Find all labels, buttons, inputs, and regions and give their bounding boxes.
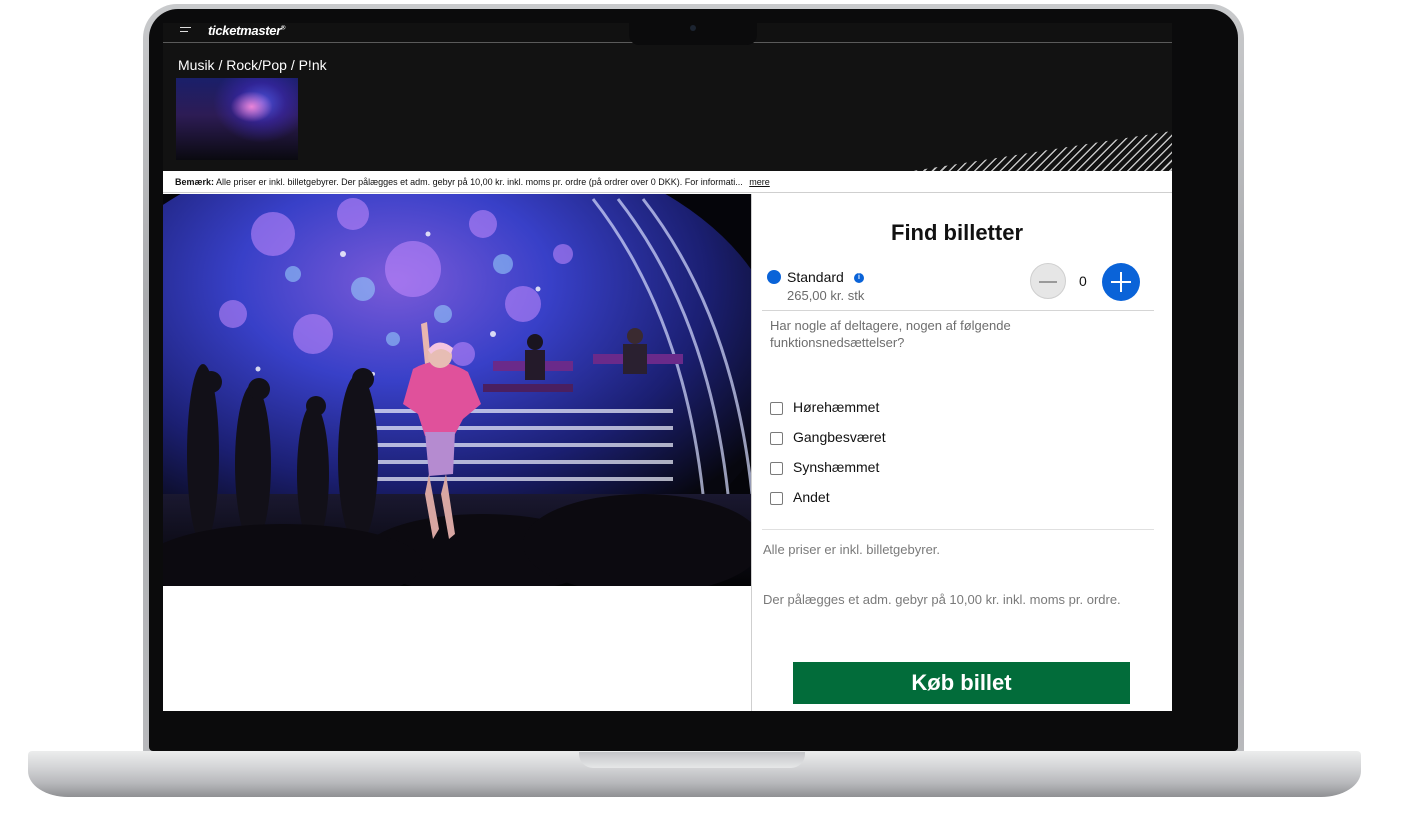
- checkbox-vision[interactable]: [770, 462, 783, 475]
- laptop-base: [28, 751, 1361, 797]
- laptop-base-notch: [579, 752, 805, 768]
- ticket-price: 265,00 kr. stk: [787, 288, 865, 303]
- checkbox-label: Gangbesværet: [793, 429, 886, 445]
- accessibility-question: Har nogle af deltagere, nogen af følgend…: [770, 318, 1011, 350]
- camera-notch: [629, 21, 757, 45]
- notice-label: Bemærk:: [175, 177, 215, 187]
- buy-ticket-button[interactable]: Køb billet: [793, 662, 1130, 704]
- decorative-stripes: [912, 131, 1172, 171]
- more-link[interactable]: mere: [749, 177, 770, 187]
- fee-note-1: Alle priser er inkl. billetgebyrer.: [763, 542, 941, 557]
- browser-screen: ticketmaster® Musik / Rock/Pop / P!nk Be…: [163, 23, 1172, 711]
- checkbox-label: Synshæmmet: [793, 459, 880, 475]
- ticket-type-name: Standard: [787, 269, 844, 285]
- camera-icon: [690, 25, 696, 31]
- checkbox-mobility[interactable]: [770, 432, 783, 445]
- increase-quantity-button[interactable]: [1102, 263, 1140, 301]
- logo-text: ticketmaster: [208, 23, 281, 38]
- info-icon[interactable]: i: [854, 273, 864, 283]
- fee-note-2: Der pålægges et adm. gebyr på 10,00 kr. …: [763, 592, 1121, 607]
- notice-text: Alle priser er inkl. billetgebyrer. Der …: [216, 177, 743, 187]
- logo-registered-mark: ®: [281, 25, 286, 32]
- price-notice: Bemærk: Alle priser er inkl. billetgebyr…: [163, 171, 1172, 193]
- event-header: Musik / Rock/Pop / P!nk: [163, 43, 1172, 171]
- ticket-type-indicator-icon: [767, 270, 781, 284]
- checkbox-hearing[interactable]: [770, 402, 783, 415]
- find-tickets-panel: Find billetter Standard i 265,00 kr. stk…: [752, 194, 1172, 711]
- laptop-mockup: ticketmaster® Musik / Rock/Pop / P!nk Be…: [0, 0, 1401, 815]
- quantity-value: 0: [1079, 273, 1087, 289]
- checkbox-label: Hørehæmmet: [793, 399, 880, 415]
- menu-icon[interactable]: [180, 27, 191, 37]
- event-thumbnail: [176, 78, 298, 160]
- concert-photo: [163, 194, 752, 586]
- concert-photo-illustration: [163, 194, 752, 586]
- decrease-quantity-button[interactable]: [1030, 263, 1066, 299]
- divider: [762, 529, 1154, 530]
- checkbox-other[interactable]: [770, 492, 783, 505]
- ticketmaster-logo[interactable]: ticketmaster®: [208, 23, 285, 38]
- breadcrumb[interactable]: Musik / Rock/Pop / P!nk: [178, 57, 327, 73]
- checkbox-label: Andet: [793, 489, 830, 505]
- panel-title: Find billetter: [891, 220, 1023, 245]
- divider: [762, 310, 1154, 311]
